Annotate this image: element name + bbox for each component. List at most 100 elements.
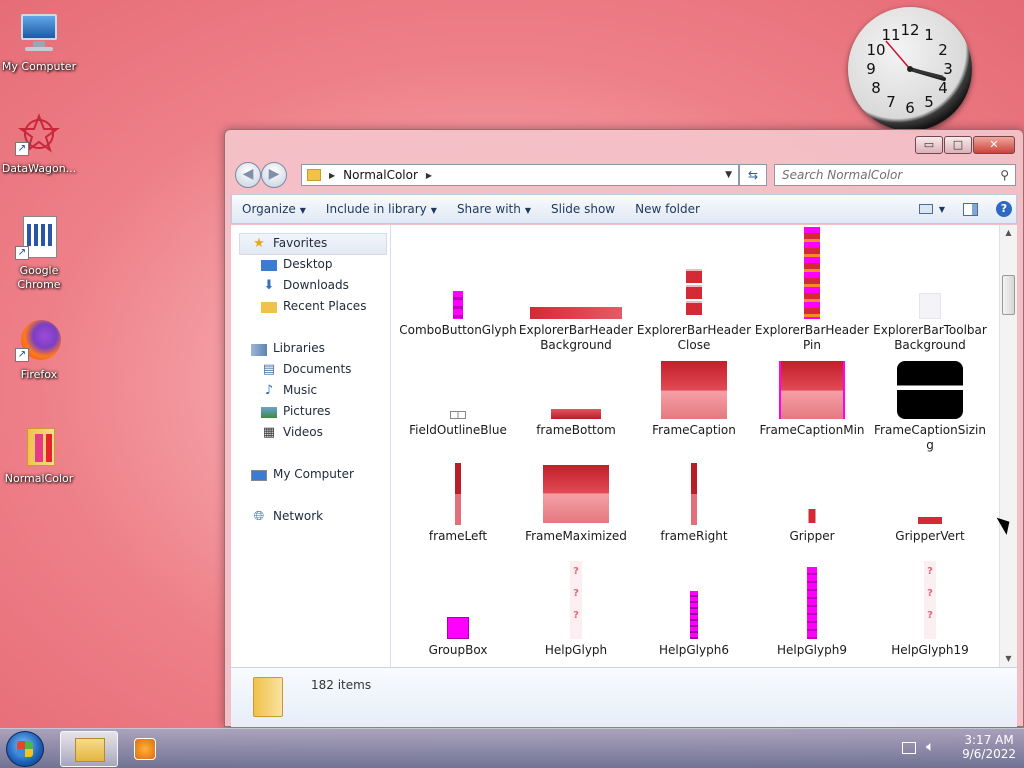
file-name: Gripper — [789, 529, 835, 543]
clock-gadget[interactable]: 12 1 2 3 4 5 6 7 8 9 10 11 — [848, 7, 972, 131]
chevron-down-icon[interactable]: ▼ — [939, 205, 945, 214]
minimize-button[interactable]: ▭ — [915, 136, 943, 154]
datawagon-icon: ↗ — [15, 112, 63, 160]
file-thumbnail — [543, 465, 609, 523]
desktop-icon-label: Firefox — [20, 368, 58, 381]
computer-icon — [15, 10, 63, 58]
nav-downloads[interactable]: ⬇ Downloads — [261, 275, 349, 296]
file-thumbnail — [919, 293, 941, 319]
desktop-icon-firefox[interactable]: ↗ Firefox — [0, 318, 78, 382]
scroll-up-icon[interactable]: ▲ — [1000, 225, 1017, 241]
organize-button[interactable]: Organize ▼ — [232, 202, 316, 216]
volume-icon[interactable]: 🔈︎ — [926, 739, 934, 755]
clock-number: 8 — [871, 79, 881, 97]
explorer-window[interactable]: ▭ □ ✕ ◀ ▶ ▶ NormalColor ▶ ▼ ⇆ Search Nor… — [224, 129, 1024, 727]
clock-number: 11 — [881, 26, 900, 44]
maximize-button[interactable]: □ — [944, 136, 972, 154]
clock-number: 4 — [938, 79, 948, 97]
forward-button[interactable]: ▶ — [261, 162, 287, 188]
view-options-icon[interactable] — [918, 204, 933, 214]
second-hand — [885, 40, 911, 70]
nav-desktop[interactable]: Desktop — [261, 254, 333, 275]
desktop-icon-google-chrome[interactable]: ↗ Google Chrome — [0, 214, 78, 292]
close-button[interactable]: ✕ — [973, 136, 1015, 154]
share-with-button[interactable]: Share with ▼ — [447, 202, 541, 216]
desktop-icon-normalcolor[interactable]: NormalColor — [0, 422, 78, 486]
file-item[interactable]: ComboButtonGlyph — [399, 225, 517, 355]
folder-icon — [253, 677, 283, 717]
nav-videos[interactable]: ▦ Videos — [261, 422, 323, 443]
taskbar: 🔈︎ 3:17 AM 9/6/2022 — [0, 728, 1024, 768]
nav-my-computer[interactable]: My Computer — [251, 464, 354, 485]
nav-documents[interactable]: ▤ Documents — [261, 359, 352, 380]
address-bar[interactable]: ▶ NormalColor ▶ ▼ — [301, 164, 739, 186]
breadcrumb-arrow-icon[interactable]: ▶ — [329, 171, 335, 180]
details-pane: 182 items — [231, 667, 1017, 727]
nav-label: Desktop — [283, 257, 333, 271]
recent-places-icon — [261, 302, 277, 313]
nav-recent-places[interactable]: Recent Places — [261, 296, 366, 317]
search-input[interactable]: Search NormalColor ⚲ — [774, 164, 1016, 186]
file-name: FrameCaption — [652, 423, 736, 437]
scroll-down-icon[interactable]: ▼ — [1000, 651, 1017, 667]
navigation-pane: ★ Favorites Desktop ⬇ Downloads Recent Pla… — [231, 225, 391, 667]
nav-pictures[interactable]: Pictures — [261, 401, 331, 422]
taskbar-explorer-button[interactable] — [60, 731, 118, 767]
taskbar-media-player-button[interactable] — [122, 731, 166, 767]
file-item[interactable]: ExplorerBarToolbarBackground — [871, 225, 989, 355]
refresh-button[interactable]: ⇆ — [739, 164, 767, 186]
music-icon: ♪ — [264, 382, 274, 398]
include-in-library-button[interactable]: Include in library ▼ — [316, 202, 447, 216]
file-item[interactable]: ExplorerBarHeaderClose — [635, 225, 753, 355]
breadcrumb-item[interactable]: NormalColor — [343, 168, 418, 182]
file-name: HelpGlyph19 — [891, 643, 969, 657]
vertical-scrollbar[interactable]: ▲ ▼ — [999, 225, 1017, 667]
nav-network[interactable]: 🌐︎ Network — [251, 506, 323, 527]
firefox-icon: ↗ — [15, 318, 63, 366]
network-icon: 🌐︎ — [253, 508, 265, 524]
file-thumbnail — [918, 517, 942, 524]
file-name: GroupBox — [428, 643, 488, 657]
help-icon[interactable]: ? — [996, 201, 1012, 217]
file-thumbnail: ??? — [570, 561, 582, 639]
file-thumbnail — [447, 617, 469, 639]
address-dropdown-icon[interactable]: ▼ — [725, 170, 732, 180]
file-name: frameLeft — [428, 529, 488, 543]
scroll-thumb[interactable] — [1002, 275, 1015, 315]
chevron-down-icon: ▼ — [299, 206, 306, 215]
network-tray-icon[interactable] — [902, 742, 917, 754]
desktop-icon — [261, 260, 277, 271]
file-name: HelpGlyph6 — [659, 643, 729, 657]
back-button[interactable]: ◀ — [235, 162, 261, 188]
nav-label: Videos — [283, 425, 323, 439]
file-name: FrameMaximized — [525, 529, 627, 543]
file-name: FieldOutlineBlue — [409, 423, 507, 437]
clock-number: 2 — [938, 41, 948, 59]
nav-music[interactable]: ♪ Music — [261, 380, 317, 401]
nav-libraries[interactable]: Libraries — [251, 338, 325, 359]
videos-icon: ▦ — [262, 424, 276, 440]
file-item[interactable]: ExplorerBarHeaderPin — [753, 225, 871, 355]
clock-time[interactable]: 3:17 AM — [962, 733, 1016, 747]
slide-show-button[interactable]: Slide show — [541, 202, 625, 216]
file-item[interactable]: ExplorerBarHeaderBackground — [517, 225, 635, 355]
file-name: ExplorerBarHeaderClose — [636, 323, 752, 352]
nav-label: Downloads — [283, 278, 349, 292]
new-folder-button[interactable]: New folder — [625, 202, 710, 216]
chrome-icon: ↗ — [15, 214, 63, 262]
desktop-icon-datawagon[interactable]: ↗ DataWagon... — [0, 112, 78, 176]
nav-favorites[interactable]: ★ Favorites — [251, 233, 327, 254]
preview-pane-icon[interactable] — [963, 202, 978, 216]
desktop-icon-my-computer[interactable]: My Computer — [0, 10, 78, 74]
breadcrumb-arrow-icon[interactable]: ▶ — [426, 171, 432, 180]
clock-date[interactable]: 9/6/2022 — [962, 747, 1016, 761]
start-button[interactable] — [6, 731, 44, 767]
share-label: Share with — [456, 202, 521, 216]
file-thumbnail: ??? — [924, 561, 936, 639]
file-thumbnail — [807, 567, 817, 639]
nav-label: Pictures — [283, 404, 331, 418]
folder-icon — [15, 422, 63, 470]
forward-arrow-icon: ▶ — [268, 166, 280, 182]
file-name: frameRight — [660, 529, 728, 543]
file-list: ComboButtonGlyph ExplorerBarHeaderBackgr… — [391, 225, 999, 667]
